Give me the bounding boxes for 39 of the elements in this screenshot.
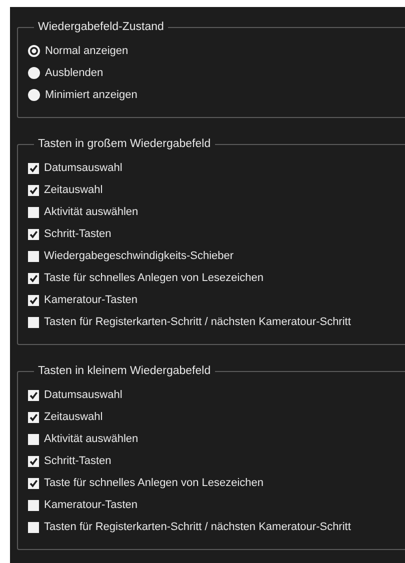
checkbox[interactable] [28,162,39,174]
checkbox[interactable] [28,500,39,510]
checkbox[interactable] [28,434,39,444]
checkbox[interactable] [28,294,39,306]
option-label[interactable]: Aktivität auswählen [44,204,138,220]
option-label[interactable]: Minimiert anzeigen [45,87,138,103]
checkbox[interactable] [28,250,39,262]
option-label[interactable]: Schritt-Tasten [44,453,112,469]
checkbox[interactable] [28,412,39,422]
radio-button[interactable] [28,89,40,101]
option-label[interactable]: Normal anzeigen [45,43,128,59]
option-label[interactable]: Datumsauswahl [44,387,122,403]
option-label[interactable]: Zeitauswahl [44,182,103,198]
option-label[interactable]: Datumsauswahl [44,160,122,176]
option-label[interactable]: Wiedergabegeschwindigkeits-Schieber [44,248,234,264]
option-label[interactable]: Kameratour-Tasten [44,497,138,513]
option-label[interactable]: Tasten für Registerkarten-Schritt / nächsten Kameratour-Schritt [44,519,351,535]
option-label[interactable]: Taste für schnelles Anlegen von Lesezeichen [44,270,264,286]
group-title: Tasten in großem Wiedergabefeld [37,138,212,150]
radio-button[interactable] [28,45,40,57]
option-label[interactable]: Taste für schnelles Anlegen von Lesezeichen [44,475,264,491]
option-label[interactable]: Aktivität auswählen [44,431,138,447]
checkbox[interactable] [28,272,39,284]
checkbox[interactable] [28,206,39,218]
checkbox[interactable] [28,390,39,400]
option-label[interactable]: Zeitauswahl [44,409,103,425]
checkbox[interactable] [28,522,39,532]
radio-button[interactable] [28,67,40,79]
checkbox[interactable] [28,228,39,240]
checkbox[interactable] [28,456,39,466]
checkbox[interactable] [28,316,39,328]
group-title: Tasten in kleinem Wiedergabefeld [37,365,212,377]
checkbox[interactable] [28,478,39,488]
option-label[interactable]: Schritt-Tasten [44,226,112,242]
option-label[interactable]: Ausblenden [45,65,104,81]
option-label[interactable]: Tasten für Registerkarten-Schritt / nächsten Kameratour-Schritt [44,314,351,330]
checkbox[interactable] [28,184,39,196]
option-label[interactable]: Kameratour-Tasten [44,292,138,308]
group-title: Wiedergabefeld-Zustand [37,21,165,33]
